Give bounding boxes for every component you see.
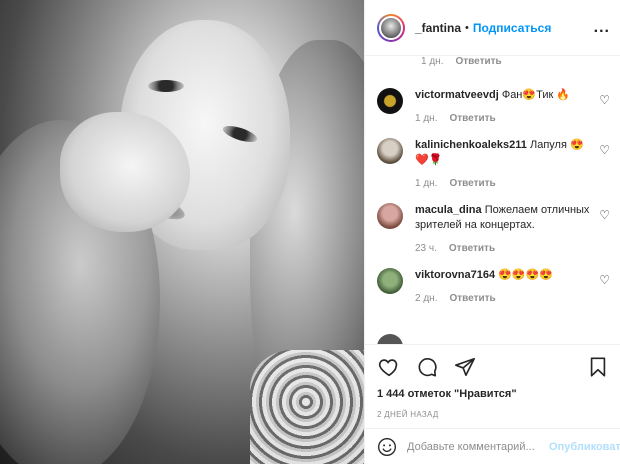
post-date: 2 ДНЕЙ НАЗАД <box>377 410 439 419</box>
comment-meta: 23 ч. Ответить <box>415 241 592 256</box>
bookmark-icon[interactable] <box>586 355 610 379</box>
comment-meta: 2 дн. Ответить <box>415 291 592 306</box>
commenter-avatar[interactable] <box>377 203 403 229</box>
partially-visible-commenter-avatar <box>377 334 403 344</box>
comment-meta: 1 дн. Ответить <box>415 111 592 126</box>
commenter-username[interactable]: kalinichenkoaleks211 <box>415 139 527 151</box>
comment-input[interactable] <box>407 440 549 453</box>
commenter-avatar[interactable] <box>377 138 403 164</box>
photo-lace-shoulder <box>250 350 364 464</box>
reply-button[interactable]: Ответить <box>449 111 495 126</box>
comment-time: 23 ч. <box>415 243 437 254</box>
comment-item: victormatveevdj Фан😍Тик 🔥 1 дн. Ответить… <box>377 88 610 126</box>
reply-button[interactable]: Ответить <box>455 56 501 67</box>
like-comment-heart-icon[interactable]: ♡ <box>599 273 610 287</box>
post-sidebar: _fantina • Подписаться ... 1 дн. Ответит… <box>364 0 620 464</box>
author-avatar[interactable] <box>377 13 405 42</box>
commenter-username[interactable]: victormatveevdj <box>415 89 499 101</box>
header-separator: • <box>465 21 469 34</box>
comment-text: Фан😍Тик 🔥 <box>501 89 571 101</box>
heart-icon[interactable] <box>377 355 401 379</box>
reply-button[interactable]: Ответить <box>449 291 495 306</box>
author-username[interactable]: _fantina <box>415 21 461 35</box>
comment-text: 😍😍😍😍 <box>498 269 553 281</box>
like-comment-heart-icon[interactable]: ♡ <box>599 143 610 157</box>
comment-item: kalinichenkoaleks211 Лапуля 😍 ❤️🌹 1 дн. … <box>377 138 610 191</box>
like-comment-heart-icon[interactable]: ♡ <box>599 93 610 107</box>
comments-list[interactable]: 1 дн. Ответить victormatveevdj Фан😍Тик 🔥… <box>365 56 620 344</box>
comment-icon[interactable] <box>415 355 439 379</box>
commenter-username[interactable]: macula_dina <box>415 204 482 216</box>
share-icon[interactable] <box>453 355 477 379</box>
reply-button[interactable]: Ответить <box>449 241 495 256</box>
photo-hand <box>60 112 190 232</box>
reply-button[interactable]: Ответить <box>449 176 495 191</box>
photo-eye-left <box>148 80 184 92</box>
add-comment-bar: Опубликовать <box>365 428 620 464</box>
comment-time: 2 дн. <box>415 293 438 304</box>
publish-button[interactable]: Опубликовать <box>549 441 620 453</box>
comment-time: 1 дн. <box>415 178 438 189</box>
comment-meta: 1 дн. Ответить <box>415 176 592 191</box>
post-header: _fantina • Подписаться ... <box>365 0 620 56</box>
comment-item: viktorovna7164 😍😍😍😍 2 дн. Ответить ♡ <box>377 268 610 306</box>
instagram-post: _fantina • Подписаться ... 1 дн. Ответит… <box>0 0 620 464</box>
likes-count[interactable]: 1 444 отметок "Нравится" <box>365 388 620 406</box>
more-options-icon[interactable]: ... <box>594 19 610 37</box>
like-comment-heart-icon[interactable]: ♡ <box>599 208 610 222</box>
post-photo[interactable] <box>0 0 364 464</box>
commenter-avatar[interactable] <box>377 268 403 294</box>
comment-time: 1 дн. <box>421 56 444 67</box>
comment-meta: 1 дн. Ответить <box>377 56 610 76</box>
commenter-avatar[interactable] <box>377 88 403 114</box>
commenter-username[interactable]: viktorovna7164 <box>415 269 495 281</box>
emoji-icon[interactable] <box>377 437 397 457</box>
post-actions-bar <box>365 344 620 388</box>
comment-time: 1 дн. <box>415 113 438 124</box>
follow-button[interactable]: Подписаться <box>473 21 551 35</box>
comment-item: macula_dina Пожелаем отличных зрителей н… <box>377 203 610 256</box>
